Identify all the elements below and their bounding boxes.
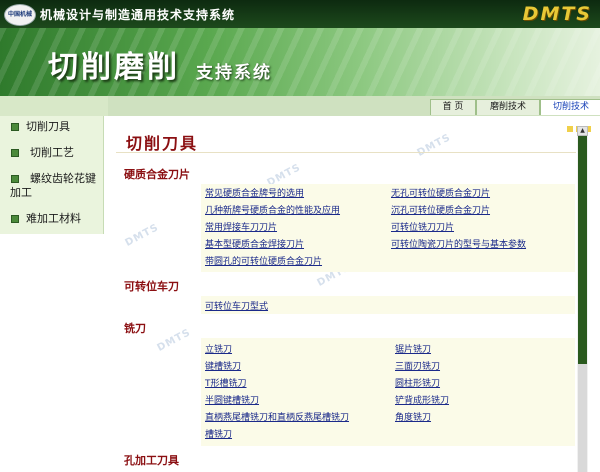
link-countersunk-indexable-inserts[interactable]: 沉孔可转位硬质合金刀片 bbox=[391, 203, 490, 216]
dmts-logo: DMTS bbox=[522, 3, 592, 25]
company-logo-icon: 中国机械 bbox=[4, 4, 36, 26]
square-bullet-icon bbox=[11, 215, 19, 223]
link-t-slot-cutter[interactable]: T形槽铣刀 bbox=[205, 376, 247, 389]
link-indexable-milling-inserts[interactable]: 可转位铣刀刀片 bbox=[391, 220, 454, 233]
scrollbar-thumb[interactable] bbox=[578, 136, 587, 364]
watermark: DMTS bbox=[415, 132, 453, 159]
page-title: 切削刀具 bbox=[126, 134, 199, 153]
link-carbide-grade-selection[interactable]: 常见硬质合金牌号的选用 bbox=[205, 186, 304, 199]
tab-grinding-tech[interactable]: 磨削技术 bbox=[476, 99, 540, 115]
sidebar-item-cutting-tools[interactable]: 切削刀具 bbox=[0, 118, 103, 138]
section-title-carbide-inserts: 硬质合金刀片 bbox=[124, 168, 190, 181]
link-basic-welded-inserts[interactable]: 基本型硬质合金焊接刀片 bbox=[205, 237, 304, 250]
link-ceramic-inserts-parameters[interactable]: 可转位陶瓷刀片的型号与基本参数 bbox=[391, 237, 526, 250]
sidebar-header bbox=[0, 96, 108, 116]
sidebar-item-label: 难加工材料 bbox=[26, 212, 81, 225]
link-slot-cutter[interactable]: 槽铣刀 bbox=[205, 427, 232, 440]
sidebar-item-cutting-process[interactable]: 切削工艺 bbox=[0, 144, 103, 164]
sidebar-item-label: 切削工艺 bbox=[30, 146, 74, 159]
link-slitting-saw[interactable]: 锯片铣刀 bbox=[395, 342, 431, 355]
scrollbar-track[interactable] bbox=[578, 364, 587, 472]
watermark: DMTS bbox=[155, 327, 193, 354]
link-keyway-cutter[interactable]: 键槽铣刀 bbox=[205, 359, 241, 372]
link-side-and-face-cutter[interactable]: 三面刃铣刀 bbox=[395, 359, 440, 372]
top-bar: 中国机械 机械设计与制造通用技术支持系统 DMTS bbox=[0, 0, 600, 28]
link-cylindrical-cutter[interactable]: 圆柱形铣刀 bbox=[395, 376, 440, 389]
sidebar-item-thread-gear-spline[interactable]: 螺纹齿轮花键加工 bbox=[0, 170, 103, 204]
tab-cutting-tech[interactable]: 切削技术 bbox=[540, 99, 600, 115]
section-title-milling-cutters: 铣刀 bbox=[124, 322, 146, 335]
link-welded-turning-inserts[interactable]: 常用焊接车刀刀片 bbox=[205, 220, 277, 233]
square-bullet-icon bbox=[11, 123, 19, 131]
banner-subtitle: 支持系统 bbox=[196, 63, 272, 83]
link-end-mill[interactable]: 立铣刀 bbox=[205, 342, 232, 355]
links-panel-carbide-inserts: 常见硬质合金牌号的选用 无孔可转位硬质合金刀片 几种新牌号硬质合金的性能及应用 … bbox=[201, 184, 575, 272]
tab-home[interactable]: 首 页 bbox=[430, 99, 476, 115]
sidebar: 切削刀具 切削工艺 螺纹齿轮花键加工 难加工材料 bbox=[0, 96, 108, 472]
watermark: DMTS bbox=[123, 222, 161, 249]
banner-title: 切削磨削 bbox=[48, 50, 180, 85]
tab-bar: 首 页 磨削技术 切削技术 bbox=[108, 96, 600, 116]
banner: 切削磨削 支持系统 bbox=[0, 28, 600, 96]
square-bullet-icon bbox=[11, 175, 19, 183]
link-angle-cutter[interactable]: 角度铣刀 bbox=[395, 410, 431, 423]
link-indexable-turning-tool-types[interactable]: 可转位车刀型式 bbox=[205, 299, 268, 312]
link-round-hole-indexable-inserts[interactable]: 带圆孔的可转位硬质合金刀片 bbox=[205, 254, 322, 267]
links-panel-indexable-turning-tools: 可转位车刀型式 bbox=[201, 296, 575, 314]
scroll-up-arrow-icon[interactable]: ▲ bbox=[577, 126, 588, 136]
sidebar-item-label: 切削刀具 bbox=[26, 120, 70, 133]
link-new-carbide-grades[interactable]: 几种新牌号硬质合金的性能及应用 bbox=[205, 203, 340, 216]
section-title-indexable-turning-tools: 可转位车刀 bbox=[124, 280, 179, 293]
sidebar-item-hard-materials[interactable]: 难加工材料 bbox=[0, 210, 103, 230]
section-title-hole-making-tools: 孔加工刀具 bbox=[124, 454, 179, 467]
square-bullet-icon bbox=[11, 149, 19, 157]
title-divider bbox=[116, 152, 576, 153]
link-dovetail-cutter[interactable]: 直柄燕尾槽铣刀和直柄反燕尾槽铣刀 bbox=[205, 410, 349, 423]
link-woodruff-keyseat-cutter[interactable]: 半圆键槽铣刀 bbox=[205, 393, 259, 406]
link-holeless-indexable-inserts[interactable]: 无孔可转位硬质合金刀片 bbox=[391, 186, 490, 199]
link-form-relieved-cutter[interactable]: 铲背成形铣刀 bbox=[395, 393, 449, 406]
app-title: 机械设计与制造通用技术支持系统 bbox=[40, 8, 236, 22]
sidebar-menu: 切削刀具 切削工艺 螺纹齿轮花键加工 难加工材料 bbox=[0, 116, 104, 234]
links-panel-milling-cutters: 立铣刀 锯片铣刀 键槽铣刀 三面刃铣刀 T形槽铣刀 圆柱形铣刀 半圆键槽铣刀 铲… bbox=[201, 338, 575, 446]
sidebar-item-label: 螺纹齿轮花键加工 bbox=[10, 172, 96, 199]
vertical-scrollbar[interactable]: ▲ bbox=[577, 126, 588, 472]
main-content: DMTS DMTS DMTS DMTS DMTS DMTS DMTS DMTS … bbox=[116, 120, 576, 472]
